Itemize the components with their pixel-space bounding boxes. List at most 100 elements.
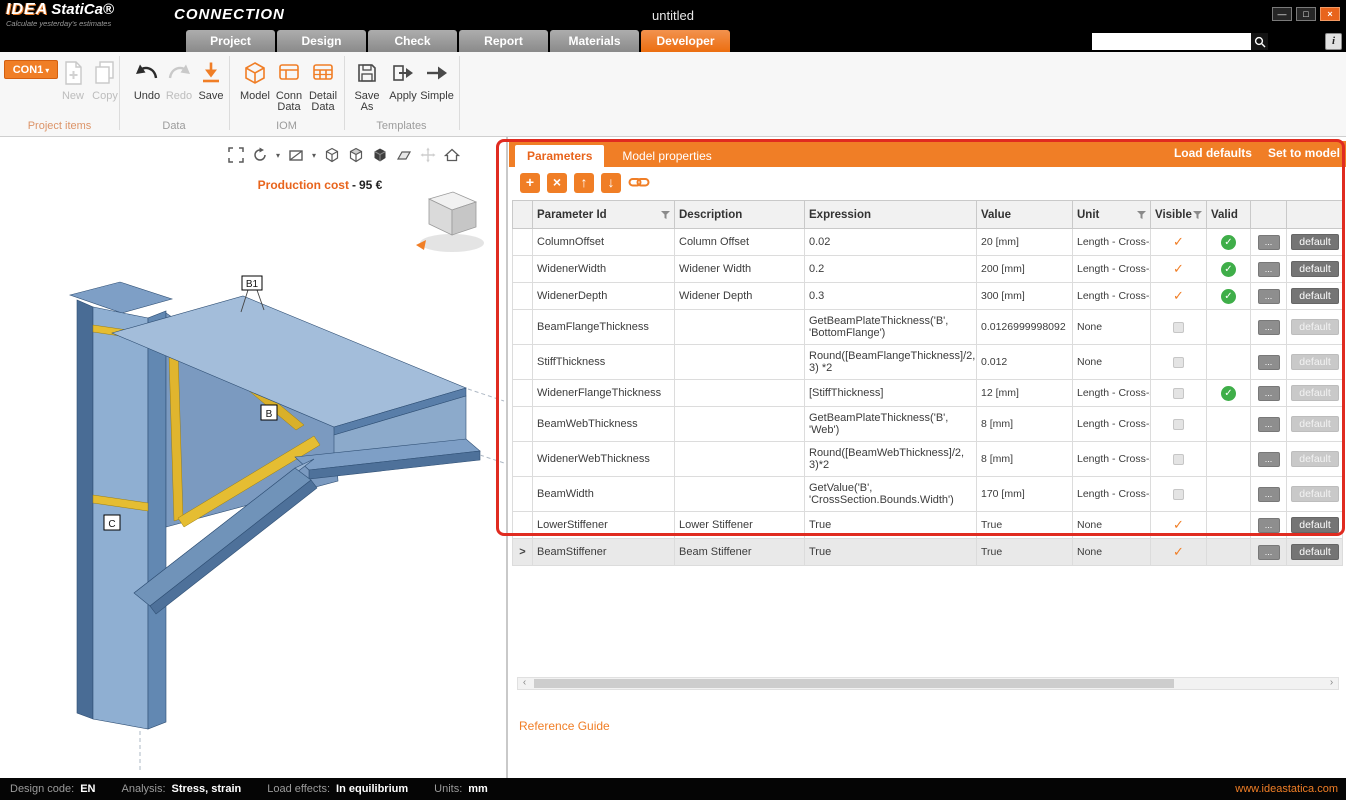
tab-design[interactable]: Design [277,30,366,52]
cell-unit[interactable]: None [1073,539,1151,566]
cell-description[interactable] [675,407,805,442]
section-view-icon[interactable] [286,145,306,165]
cell-unit[interactable]: None [1073,512,1151,539]
header-valid[interactable]: Valid [1207,201,1251,229]
rotate-view-icon[interactable] [250,145,270,165]
visible-checkbox[interactable] [1173,322,1184,333]
cell-description[interactable] [675,345,805,380]
website-link[interactable]: www.ideastatica.com [1235,783,1338,795]
header-parameter-id[interactable]: Parameter Id [533,201,675,229]
table-row[interactable]: BeamFlangeThicknessGetBeamPlateThickness… [513,310,1343,345]
reference-guide-link[interactable]: Reference Guide [519,719,610,733]
cell-parameter-id[interactable]: WidenerWidth [533,256,675,283]
table-row[interactable]: WidenerFlangeThickness[StiffThickness]12… [513,380,1343,407]
default-button[interactable]: default [1291,234,1339,250]
model-button[interactable]: Model [238,58,272,102]
minimize-button[interactable]: — [1272,7,1292,21]
table-row[interactable]: BeamWebThickness GetBeamPlateThickness('B… [513,407,1343,442]
cell-visible[interactable] [1151,380,1207,407]
load-defaults-button[interactable]: Load defaults [1174,146,1252,160]
cell-unit[interactable]: None [1073,310,1151,345]
table-row[interactable]: WidenerDepthWidener Depth0.3300 [mm]Leng… [513,283,1343,310]
cell-visible[interactable]: ✓ [1151,512,1207,539]
cell-parameter-id[interactable]: BeamWebThickness [533,407,675,442]
more-options-button[interactable]: ... [1258,320,1280,335]
save-button[interactable]: Save [194,58,228,102]
cell-visible[interactable]: ✓ [1151,229,1207,256]
visible-check-icon[interactable]: ✓ [1173,517,1184,532]
default-button[interactable]: default [1291,385,1339,401]
cell-description[interactable]: Column Offset [675,229,805,256]
cell-expression[interactable]: True [805,512,977,539]
tab-report[interactable]: Report [459,30,548,52]
cell-description[interactable] [675,477,805,512]
visible-checkbox[interactable] [1173,489,1184,500]
simple-button[interactable]: Simple [420,58,454,102]
table-row[interactable]: StiffThickness Round([BeamFlangeThickness… [513,345,1343,380]
close-button[interactable]: × [1320,7,1340,21]
scrollbar-thumb[interactable] [534,679,1174,688]
scroll-right-icon[interactable]: › [1325,678,1338,689]
cell-visible[interactable]: ✓ [1151,539,1207,566]
view-cube-wire-icon[interactable] [322,145,342,165]
panel-tab-model-properties[interactable]: Model properties [610,145,723,167]
more-options-button[interactable]: ... [1258,289,1280,304]
cell-unit[interactable]: Length - Cross-s [1073,256,1151,283]
visible-checkbox[interactable] [1173,388,1184,399]
cell-description[interactable] [675,442,805,477]
cell-expression[interactable]: GetValue('B', 'CrossSection.Bounds.Width… [805,477,977,512]
cell-description[interactable]: Widener Width [675,256,805,283]
cell-expression[interactable]: GetBeamPlateThickness('B', 'BottomFlange… [805,310,977,345]
cell-expression[interactable]: 0.3 [805,283,977,310]
info-button[interactable]: i [1325,33,1342,50]
cell-parameter-id[interactable]: ColumnOffset [533,229,675,256]
view-cube-shaded-icon[interactable] [346,145,366,165]
header-visible[interactable]: Visible [1151,201,1207,229]
scroll-left-icon[interactable]: ‹ [518,678,531,689]
maximize-button[interactable]: □ [1296,7,1316,21]
con1-dropdown[interactable]: CON1▾ [4,60,58,79]
tab-check[interactable]: Check [368,30,457,52]
cell-expression[interactable]: GetBeamPlateThickness('B', 'Web') [805,407,977,442]
default-button[interactable]: default [1291,288,1339,304]
cell-parameter-id[interactable]: WidenerWebThickness [533,442,675,477]
filter-icon[interactable] [1193,211,1202,219]
visible-check-icon[interactable]: ✓ [1173,234,1184,249]
cell-expression[interactable]: [StiffThickness] [805,380,977,407]
more-options-button[interactable]: ... [1258,235,1280,250]
cell-description[interactable]: Lower Stiffener [675,512,805,539]
header-unit[interactable]: Unit [1073,201,1151,229]
cell-expression[interactable]: Round([BeamFlangeThickness]/2, 3) *2 [805,345,977,380]
cell-parameter-id[interactable]: StiffThickness [533,345,675,380]
cell-parameter-id[interactable]: WidenerFlangeThickness [533,380,675,407]
move-up-icon[interactable]: ↑ [574,173,594,193]
search-input[interactable] [1092,33,1251,50]
cell-unit[interactable]: Length - Cross-s [1073,407,1151,442]
dropdown-caret-icon[interactable]: ▾ [274,151,282,160]
visible-check-icon[interactable]: ✓ [1173,261,1184,276]
more-options-button[interactable]: ... [1258,386,1280,401]
more-options-button[interactable]: ... [1258,545,1280,560]
cell-unit[interactable]: None [1073,345,1151,380]
cell-description[interactable] [675,310,805,345]
visible-checkbox[interactable] [1173,419,1184,430]
default-button[interactable]: default [1291,486,1339,502]
cell-description[interactable]: Widener Depth [675,283,805,310]
cell-visible[interactable] [1151,310,1207,345]
tab-developer[interactable]: Developer [641,30,730,52]
navigation-cube[interactable] [416,192,484,252]
filter-icon[interactable] [661,211,670,219]
default-button[interactable]: default [1291,451,1339,467]
cell-unit[interactable]: Length - Cross-s [1073,283,1151,310]
table-row[interactable]: WidenerWebThicknessRound([BeamWebThickne… [513,442,1343,477]
more-options-button[interactable]: ... [1258,355,1280,370]
cell-parameter-id[interactable]: WidenerDepth [533,283,675,310]
visible-check-icon[interactable]: ✓ [1173,288,1184,303]
header-description[interactable]: Description [675,201,805,229]
table-row[interactable]: WidenerWidthWidener Width0.2200 [mm]Leng… [513,256,1343,283]
3d-model-view[interactable]: B1 B C [0,137,508,778]
dropdown-caret-icon[interactable]: ▾ [310,151,318,160]
zoom-fit-icon[interactable] [226,145,246,165]
default-button[interactable]: default [1291,517,1339,533]
default-button[interactable]: default [1291,261,1339,277]
